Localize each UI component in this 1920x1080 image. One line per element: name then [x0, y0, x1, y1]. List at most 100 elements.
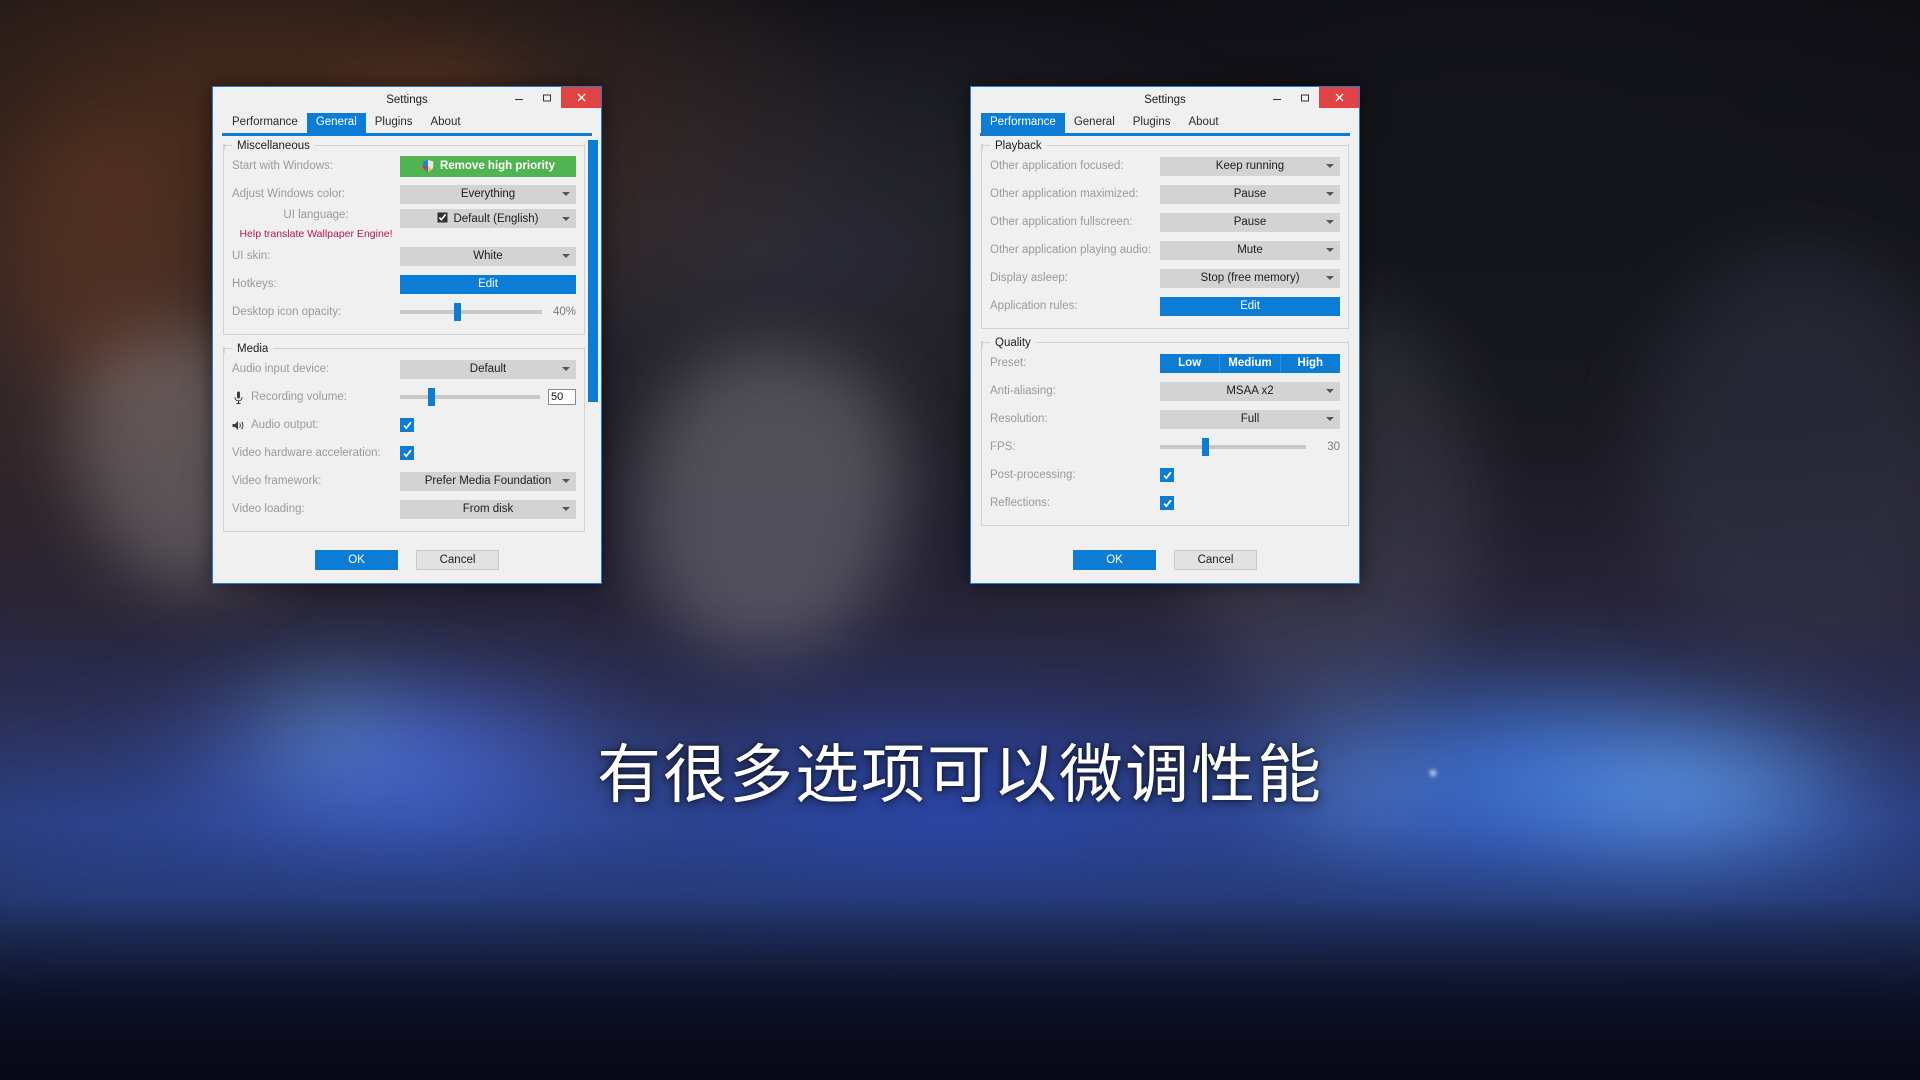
chevron-down-icon	[1326, 164, 1334, 168]
other-application-focused-value: Keep running	[1215, 160, 1285, 172]
row-anti-aliasing: Anti-aliasing: MSAA x2	[990, 377, 1340, 405]
caption-buttons	[505, 87, 601, 109]
ok-button[interactable]: OK	[1073, 550, 1156, 570]
video-hardware-acceleration-checkbox[interactable]	[400, 446, 414, 460]
video-framework-value: Prefer Media Foundation	[424, 475, 552, 487]
row-fps: FPS: 30	[990, 433, 1340, 461]
slider-thumb[interactable]	[427, 388, 435, 406]
title-bar[interactable]: Settings	[971, 87, 1359, 112]
audio-input-device-select[interactable]: Default	[400, 359, 576, 379]
row-video-hardware-acceleration: Video hardware acceleration:	[232, 439, 576, 467]
row-resolution: Resolution: Full	[990, 405, 1340, 433]
row-ui-skin: UI skin: White	[232, 242, 576, 270]
slider-thumb[interactable]	[1202, 438, 1210, 456]
cancel-button[interactable]: Cancel	[416, 550, 499, 570]
close-icon[interactable]	[561, 87, 601, 108]
wallpaper-bottom-vignette	[0, 900, 1920, 1080]
label-ui-skin: UI skin:	[232, 250, 271, 262]
hotkeys-edit-button[interactable]: Edit	[400, 274, 576, 294]
preset-option-medium[interactable]: Medium	[1220, 353, 1281, 373]
subtitle-text: 有很多选项可以微调性能	[597, 739, 1323, 813]
group-legend: Media	[237, 342, 269, 355]
fps-slider[interactable]	[1160, 438, 1306, 456]
desktop-icon-opacity-value: 40%	[552, 306, 576, 318]
remove-high-priority-button[interactable]: Remove high priority	[400, 155, 576, 177]
window-title: Settings	[1144, 93, 1186, 106]
tab-about[interactable]: About	[421, 113, 469, 133]
other-application-playing-audio-select[interactable]: Mute	[1160, 240, 1340, 260]
settings-content: Playback Other application focused: Keep…	[971, 136, 1359, 532]
settings-window-general[interactable]: Settings Performance General Plugins Abo…	[212, 86, 602, 584]
application-rules-edit-button[interactable]: Edit	[1160, 296, 1340, 316]
anti-aliasing-select[interactable]: MSAA x2	[1160, 381, 1340, 401]
preset-option-high[interactable]: High	[1280, 353, 1340, 373]
tab-about[interactable]: About	[1179, 113, 1227, 133]
tab-performance[interactable]: Performance	[223, 113, 307, 133]
label-start-with-windows: Start with Windows:	[232, 160, 333, 172]
label-other-application-fullscreen: Other application fullscreen:	[990, 216, 1133, 228]
settings-window-performance[interactable]: Settings Performance General Plugins Abo…	[970, 86, 1360, 584]
label-adjust-windows-color: Adjust Windows color:	[232, 188, 346, 200]
tab-general[interactable]: General	[1065, 113, 1124, 133]
label-recording-volume: Recording volume:	[251, 391, 347, 403]
window-title: Settings	[386, 93, 428, 106]
close-icon[interactable]	[1319, 87, 1359, 108]
adjust-windows-color-select[interactable]: Everything	[400, 184, 576, 204]
chevron-down-icon	[562, 216, 570, 221]
row-audio-input-device: Audio input device: Default	[232, 355, 576, 383]
tab-plugins[interactable]: Plugins	[1124, 113, 1180, 133]
label-reflections: Reflections:	[990, 497, 1051, 509]
maximize-icon[interactable]	[1291, 87, 1319, 108]
video-framework-select[interactable]: Prefer Media Foundation	[400, 471, 576, 491]
maximize-icon[interactable]	[533, 87, 561, 108]
label-video-loading: Video loading:	[232, 503, 305, 515]
other-application-playing-audio-value: Mute	[1237, 244, 1263, 256]
chevron-down-icon	[562, 479, 570, 483]
other-application-focused-select[interactable]: Keep running	[1160, 156, 1340, 176]
preset-segmented-control[interactable]: Low Medium High	[1160, 353, 1340, 373]
tab-performance[interactable]: Performance	[981, 113, 1065, 133]
ui-language-select[interactable]: Default (English)	[400, 209, 576, 228]
vertical-scrollbar[interactable]	[588, 140, 598, 530]
label-hotkeys: Hotkeys:	[232, 278, 277, 290]
scrollbar-thumb[interactable]	[588, 140, 598, 402]
tab-bar[interactable]: Performance General Plugins About	[971, 112, 1359, 133]
cancel-button[interactable]: Cancel	[1174, 550, 1257, 570]
title-bar[interactable]: Settings	[213, 87, 601, 112]
settings-content: Miscellaneous Start with Windows: Remove…	[213, 136, 601, 532]
label-audio-input-device: Audio input device:	[232, 363, 330, 375]
label-video-hardware-acceleration: Video hardware acceleration:	[232, 447, 381, 459]
audio-output-checkbox[interactable]	[400, 418, 414, 432]
ui-skin-value: White	[473, 250, 503, 262]
ui-skin-select[interactable]: White	[400, 246, 576, 266]
row-other-application-maximized: Other application maximized: Pause	[990, 180, 1340, 208]
display-asleep-select[interactable]: Stop (free memory)	[1160, 268, 1340, 288]
fps-value: 30	[1327, 441, 1340, 453]
audio-input-device-value: Default	[469, 363, 507, 375]
preset-option-low[interactable]: Low	[1160, 353, 1221, 373]
tab-bar[interactable]: Performance General Plugins About	[213, 112, 601, 133]
label-desktop-icon-opacity: Desktop icon opacity:	[232, 306, 342, 318]
other-application-fullscreen-select[interactable]: Pause	[1160, 212, 1340, 232]
video-loading-select[interactable]: From disk	[400, 499, 576, 519]
reflections-checkbox[interactable]	[1160, 496, 1174, 510]
group-legend: Miscellaneous	[237, 139, 310, 152]
help-translate-link[interactable]: Help translate Wallpaper Engine!	[239, 228, 392, 241]
label-preset: Preset:	[990, 357, 1027, 369]
minimize-icon[interactable]	[505, 87, 533, 108]
slider-thumb[interactable]	[453, 303, 461, 321]
resolution-select[interactable]: Full	[1160, 409, 1340, 429]
chevron-down-icon	[562, 254, 570, 258]
minimize-icon[interactable]	[1263, 87, 1291, 108]
tab-general[interactable]: General	[306, 113, 366, 133]
group-quality: Quality Preset: Low Medium High Anti-ali…	[981, 337, 1349, 526]
tab-plugins[interactable]: Plugins	[366, 113, 422, 133]
ok-button[interactable]: OK	[315, 550, 398, 570]
recording-volume-input[interactable]	[548, 389, 576, 405]
row-post-processing: Post-processing:	[990, 461, 1340, 489]
other-application-maximized-select[interactable]: Pause	[1160, 184, 1340, 204]
post-processing-checkbox[interactable]	[1160, 468, 1174, 482]
row-desktop-icon-opacity: Desktop icon opacity: 40%	[232, 298, 576, 326]
desktop-icon-opacity-slider[interactable]	[400, 303, 542, 321]
recording-volume-slider[interactable]	[400, 388, 540, 406]
